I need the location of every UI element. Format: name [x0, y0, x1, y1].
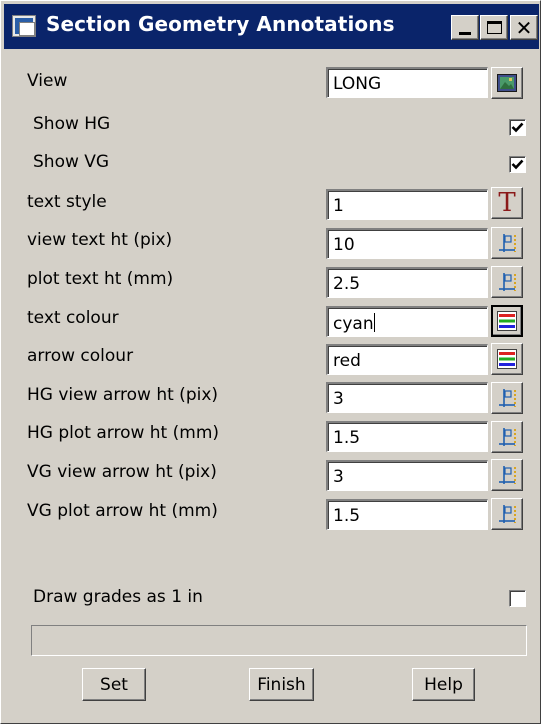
check-icon [511, 159, 524, 170]
text-style-label: text style [27, 192, 107, 212]
finish-button[interactable]: Finish [249, 668, 314, 701]
vg-view-arrow-ht-field[interactable]: 3 [326, 460, 488, 491]
plot-text-ht-value: 2.5 [333, 274, 361, 294]
text-colour-value: cyan [333, 314, 374, 334]
maximize-icon [486, 21, 502, 34]
calc-icon [499, 389, 516, 407]
arrow-colour-label: arrow colour [27, 346, 134, 366]
hg-plot-arrow-ht-label: HG plot arrow ht (mm) [27, 423, 220, 443]
draw-grades-checkbox[interactable] [509, 590, 526, 607]
hg-plot-arrow-ht-calc-button[interactable] [491, 421, 523, 453]
text-style-button[interactable]: T [491, 187, 523, 219]
plot-text-ht-label: plot text ht (mm) [27, 269, 174, 289]
vg-plot-arrow-ht-label: VG plot arrow ht (mm) [27, 501, 218, 521]
calc-icon [499, 505, 516, 523]
text-style-icon: T [498, 188, 516, 218]
arrow-colour-picker-button[interactable] [491, 343, 523, 375]
arrow-colour-field[interactable]: red [326, 344, 488, 375]
hg-plot-arrow-ht-value: 1.5 [333, 428, 361, 448]
calc-icon [499, 466, 516, 484]
vg-plot-arrow-ht-value: 1.5 [333, 506, 361, 526]
plot-text-ht-field[interactable]: 2.5 [326, 267, 488, 298]
show-hg-label: Show HG [33, 114, 111, 134]
vg-view-arrow-ht-calc-button[interactable] [491, 459, 523, 491]
vg-plot-arrow-ht-field[interactable]: 1.5 [326, 499, 488, 530]
text-style-field[interactable]: 1 [326, 189, 488, 220]
dialog-window: Section Geometry Annotations ✕ View LONG… [0, 0, 541, 724]
view-label: View [27, 71, 68, 91]
colour-picker-icon [497, 311, 517, 331]
text-colour-picker-button[interactable] [491, 305, 523, 337]
view-text-ht-label: view text ht (pix) [27, 230, 173, 250]
close-button[interactable]: ✕ [510, 15, 538, 40]
draw-grades-label: Draw grades as 1 in [33, 587, 203, 607]
set-button[interactable]: Set [82, 668, 146, 701]
check-icon [511, 122, 524, 133]
calc-icon [499, 234, 516, 252]
help-button[interactable]: Help [412, 668, 475, 701]
window-title: Section Geometry Annotations [46, 12, 395, 36]
hg-plot-arrow-ht-field[interactable]: 1.5 [326, 421, 488, 452]
vg-plot-arrow-ht-calc-button[interactable] [491, 498, 523, 530]
vg-view-arrow-ht-value: 3 [333, 467, 344, 487]
show-hg-checkbox[interactable] [509, 119, 526, 136]
status-bar [31, 625, 527, 656]
plot-text-ht-calc-button[interactable] [491, 266, 523, 298]
maximize-button[interactable] [480, 15, 508, 40]
view-picker-icon [497, 74, 517, 92]
view-picker-button[interactable] [491, 67, 523, 99]
text-colour-field[interactable]: cyan [326, 306, 488, 337]
hg-view-arrow-ht-field[interactable]: 3 [326, 382, 488, 413]
show-vg-checkbox[interactable] [509, 156, 526, 173]
hg-view-arrow-ht-label: HG view arrow ht (pix) [27, 385, 219, 405]
show-vg-label: Show VG [33, 152, 110, 172]
calc-icon [499, 273, 516, 291]
minimize-icon [459, 32, 471, 35]
vg-view-arrow-ht-label: VG view arrow ht (pix) [27, 462, 217, 482]
title-bar[interactable]: Section Geometry Annotations ✕ [4, 4, 539, 49]
text-style-value: 1 [333, 196, 344, 216]
close-icon: ✕ [515, 15, 533, 40]
arrow-colour-value: red [333, 351, 361, 371]
hg-view-arrow-ht-calc-button[interactable] [491, 382, 523, 414]
view-field[interactable]: LONG [326, 67, 488, 98]
view-text-ht-value: 10 [333, 235, 355, 255]
text-cursor [373, 313, 375, 332]
text-colour-label: text colour [27, 308, 119, 328]
calc-icon [499, 428, 516, 446]
view-text-ht-calc-button[interactable] [491, 227, 523, 259]
view-text-ht-field[interactable]: 10 [326, 228, 488, 259]
colour-picker-icon [497, 349, 517, 369]
minimize-button[interactable] [451, 15, 479, 40]
view-value: LONG [333, 74, 382, 94]
app-icon [12, 15, 36, 37]
hg-view-arrow-ht-value: 3 [333, 389, 344, 409]
